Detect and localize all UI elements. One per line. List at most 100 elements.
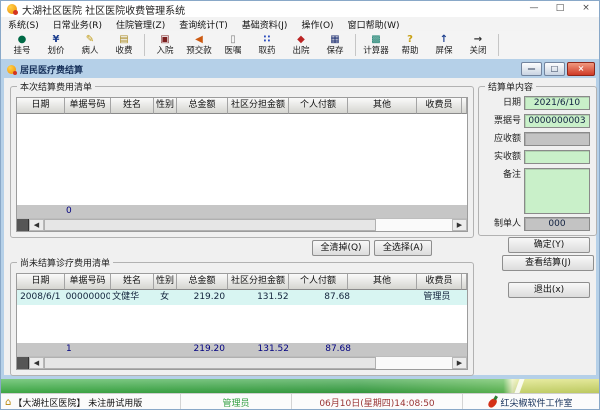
menu-operation[interactable]: 操作(O) [294,18,340,31]
select-all-button[interactable]: 全选择(A) [374,240,432,256]
menu-query-stats[interactable]: 查询统计(T) [172,18,235,31]
toolbar-pricing-button[interactable]: ¥ 划价 [39,33,73,57]
toolbar-patient-button[interactable]: ✎ 病人 [73,33,107,57]
view-settlement-button[interactable]: 查看结算(J) [502,255,594,271]
cell-other [354,290,421,305]
toolbar-label: 屏保 [435,46,452,56]
col-cashier[interactable]: 收费员 [417,98,462,114]
col-personal-pay[interactable]: 个人付额 [289,98,348,114]
scroll-right-icon[interactable]: ▶ [452,357,467,369]
help-icon: ? [393,33,427,46]
footer-cell [17,205,64,218]
table-row[interactable]: 2008/6/1 0000000002 文健华 女 219.20 131.52 … [17,290,467,305]
settled-hscrollbar[interactable]: ◀ ▶ [17,218,467,231]
child-minimize-icon[interactable]: — [521,62,542,76]
toolbar-calculator-button[interactable]: ▩ 计算器 [359,33,393,57]
col-community-share[interactable]: 社区分担金额 [228,274,289,290]
toolbar-label: 医嘱 [224,46,241,56]
unsettled-personal-pay: 87.68 [293,343,355,356]
received-label: 实收额 [483,150,524,164]
scroll-track[interactable] [376,357,452,369]
register-icon: ● [5,33,39,46]
scroll-left-icon[interactable]: ◀ [29,219,44,231]
col-personal-pay[interactable]: 个人付额 [289,274,348,290]
col-total[interactable]: 总金额 [177,98,228,114]
clear-all-button[interactable]: 全清掉(Q) [312,240,370,256]
toolbar-separator [498,34,499,56]
settled-table-body[interactable] [17,114,467,205]
preparer-row: 制单人 000 [483,217,590,231]
menu-window-help[interactable]: 窗口帮助(W) [341,18,407,31]
date-field[interactable]: 2021/6/10 [524,96,590,110]
scroll-thumb[interactable] [44,357,376,369]
scroll-grip[interactable] [17,357,29,369]
title-bar: 大湖社区医院 社区医院收费管理系统 — □ × [1,1,599,18]
decor-band [1,379,599,393]
received-field[interactable] [524,150,590,164]
toolbar-help-button[interactable]: ? 帮助 [393,33,427,57]
toolbar-order-button[interactable]: ▯ 医嘱 [216,33,250,57]
menu-inpatient[interactable]: 住院管理(Z) [109,18,172,31]
exit-button[interactable]: 退出(x) [508,282,590,298]
col-gender[interactable]: 性别 [154,98,177,114]
toolbar-deposit-button[interactable]: ◀ 预交款 [182,33,216,57]
col-other[interactable]: 其他 [348,274,417,290]
toolbar-close-button[interactable]: → 关闭 [461,33,495,57]
col-cashier[interactable]: 收费员 [417,274,462,290]
toolbar-label: 收费 [115,46,132,56]
status-hospital-text: 【大湖社区医院】 未注册试用版 [13,396,142,409]
child-restore-icon[interactable]: □ [544,62,565,76]
footer-cell [355,343,423,356]
toolbar-label: 取药 [258,46,275,56]
settled-list-title: 本次结算费用清单 [17,80,95,93]
toolbar-admission-button[interactable]: ▣ 入院 [148,33,182,57]
receipt-no-row: 票据号 0000000003 [483,114,590,128]
toolbar-register-button[interactable]: ● 挂号 [5,33,39,57]
col-name[interactable]: 姓名 [111,98,154,114]
receipt-no-field[interactable]: 0000000003 [524,114,590,128]
toolbar-save-button[interactable]: ▦ 保存 [318,33,352,57]
scroll-right-icon[interactable]: ▶ [452,219,467,231]
admission-icon: ▣ [148,33,182,46]
scroll-thumb[interactable] [44,219,376,231]
remark-field[interactable] [524,168,590,214]
maximize-icon[interactable]: □ [547,1,573,17]
toolbar-label: 挂号 [13,46,30,56]
settlement-panel-group: 结算单内容 日期 2021/6/10 票据号 0000000003 应收额 实收… [478,86,597,236]
form-icon [7,65,16,74]
footer-cell [423,343,467,356]
toolbar-medicine-button[interactable]: ∷ 取药 [250,33,284,57]
toolbar-discharge-button[interactable]: ◆ 出院 [284,33,318,57]
col-date[interactable]: 日期 [17,98,65,114]
child-close-icon[interactable]: × [567,62,595,76]
footer-cell [153,343,175,356]
settled-table-header: 日期 单据号码 姓名 性别 总金额 社区分担金额 个人付额 其他 收费员 [17,98,467,114]
col-receipt-no[interactable]: 单据号码 [65,274,111,290]
scroll-track[interactable] [376,219,452,231]
close-icon[interactable]: × [573,1,599,17]
toolbar-fee-button[interactable]: ▤ 收费 [107,33,141,57]
toolbar-screensaver-button[interactable]: ↑ 屏保 [427,33,461,57]
unsettled-hscrollbar[interactable]: ◀ ▶ [17,356,467,369]
menu-base-data[interactable]: 基础资料(J) [235,18,295,31]
receivable-row: 应收额 [483,132,590,146]
col-community-share[interactable]: 社区分担金额 [228,98,289,114]
minimize-icon[interactable]: — [521,1,547,17]
col-other[interactable]: 其他 [348,98,417,114]
toolbar: ● 挂号 ¥ 划价 ✎ 病人 ▤ 收费 ▣ 入院 ◀ 预交款 ▯ 医嘱 ∷ [1,31,599,60]
child-content: 本次结算费用清单 日期 单据号码 姓名 性别 总金额 社区分担金额 个人付额 其… [4,78,596,375]
app-icon [7,4,17,14]
col-gender[interactable]: 性别 [154,274,177,290]
save-icon: ▦ [318,33,352,46]
menu-daily-business[interactable]: 日常业务(R) [46,18,109,31]
confirm-button[interactable]: 确定(Y) [508,237,590,253]
col-name[interactable]: 姓名 [111,274,154,290]
menu-system[interactable]: 系统(S) [1,18,46,31]
col-total[interactable]: 总金额 [177,274,228,290]
col-receipt-no[interactable]: 单据号码 [65,98,111,114]
toolbar-label: 入院 [156,46,173,56]
scroll-grip[interactable] [17,219,29,231]
scroll-left-icon[interactable]: ◀ [29,357,44,369]
received-row: 实收额 [483,150,590,164]
col-date[interactable]: 日期 [17,274,65,290]
